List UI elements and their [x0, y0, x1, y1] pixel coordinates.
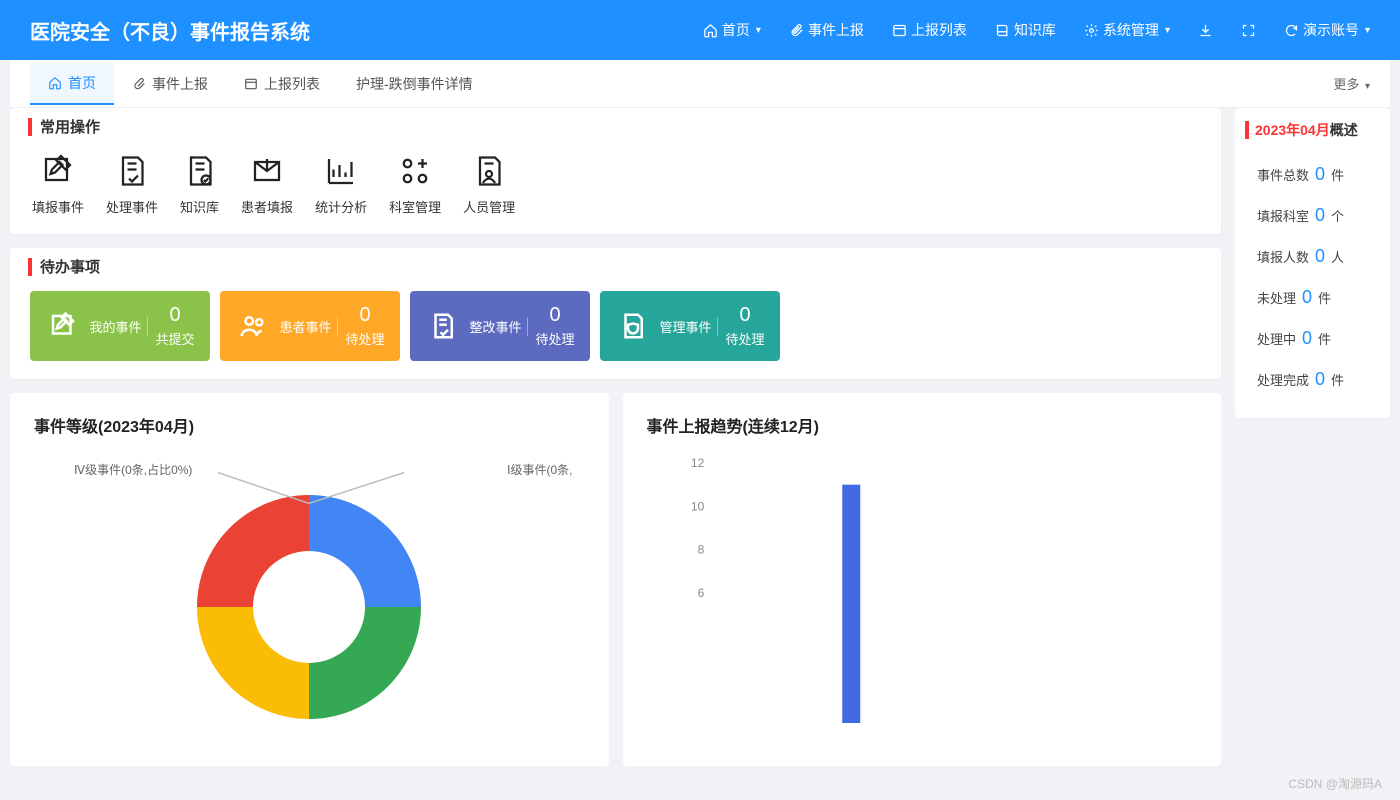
chevron-down-icon: ▾ — [1365, 25, 1370, 36]
accent-bar — [28, 258, 32, 276]
todo-row: 我的事件0共提交患者事件0待处理整改事件0待处理管理事件0待处理 — [28, 287, 1203, 365]
download-icon — [1198, 23, 1213, 38]
tab-上报列表[interactable]: 上报列表 — [226, 63, 338, 105]
todo-card-患者事件[interactable]: 患者事件0待处理 — [220, 291, 400, 361]
chevron-down-icon: ▾ — [1365, 81, 1370, 92]
todo-card-整改事件[interactable]: 整改事件0待处理 — [410, 291, 590, 361]
donut-chart: Ⅳ级事件(0条,占比0%) Ⅰ级事件(0条, — [34, 453, 585, 733]
todo-card: 待办事项 我的事件0共提交患者事件0待处理整改事件0待处理管理事件0待处理 — [10, 248, 1221, 379]
summary-item: 处理中0件 — [1245, 318, 1380, 359]
clip-icon — [789, 23, 804, 38]
summary-item: 未处理0件 — [1245, 277, 1380, 318]
todo-card-我的事件[interactable]: 我的事件0共提交 — [30, 291, 210, 361]
fullscreen-icon — [1241, 23, 1256, 38]
chart-level-card: 事件等级(2023年04月) Ⅳ级事件(0条,占比0%) Ⅰ级事件(0条, — [10, 393, 609, 766]
refresh-icon — [1284, 23, 1299, 38]
doc-check-icon — [418, 311, 468, 341]
book-icon — [995, 23, 1010, 38]
nav-download[interactable] — [1198, 23, 1213, 38]
nav-report[interactable]: 事件上报 — [789, 20, 864, 40]
top-bar: 医院安全（不良）事件报告系统 首页▾ 事件上报 上报列表 知识库 系统管理▾ — [0, 0, 1400, 60]
svg-text:8: 8 — [697, 543, 704, 557]
tab-more[interactable]: 更多 ▾ — [1333, 74, 1370, 93]
tab-护理-跌倒事件详情[interactable]: 护理-跌倒事件详情 — [338, 63, 491, 105]
app-title: 医院安全（不良）事件报告系统 — [30, 16, 310, 45]
tab-bar: 首页事件上报上报列表护理-跌倒事件详情 更多 ▾ — [10, 60, 1390, 108]
top-nav: 首页▾ 事件上报 上报列表 知识库 系统管理▾ 演示账号▾ — [703, 20, 1370, 40]
summary-card: 2023年04月概述 事件总数0件填报科室0个填报人数0人未处理0件处理中0件处… — [1235, 108, 1390, 418]
nav-list[interactable]: 上报列表 — [892, 20, 967, 40]
shortcut-人员管理[interactable]: 人员管理 — [463, 153, 515, 216]
chevron-down-icon: ▾ — [1165, 25, 1170, 36]
todo-header: 待办事项 — [28, 256, 1203, 277]
shortcut-科室管理[interactable]: 科室管理 — [389, 153, 441, 216]
tab-首页[interactable]: 首页 — [30, 63, 114, 105]
list-icon — [892, 23, 907, 38]
nav-knowledge[interactable]: 知识库 — [995, 20, 1056, 40]
shortcut-填报事件[interactable]: 填报事件 — [32, 153, 84, 216]
shortcut-知识库[interactable]: 知识库 — [180, 153, 219, 216]
edit-icon — [38, 311, 88, 341]
summary-header: 2023年04月概述 — [1245, 120, 1380, 140]
nav-home[interactable]: 首页▾ — [703, 20, 761, 40]
summary-item: 处理完成0件 — [1245, 359, 1380, 400]
svg-text:6: 6 — [697, 586, 704, 600]
svg-text:10: 10 — [690, 499, 704, 513]
users-icon — [228, 311, 278, 341]
shortcuts-row: 填报事件处理事件知识库患者填报统计分析科室管理人员管理 — [28, 147, 1203, 220]
doc-shield-icon — [608, 311, 658, 341]
watermark: CSDN @淘源码A — [1288, 775, 1382, 792]
summary-item: 填报科室0个 — [1245, 195, 1380, 236]
shortcuts-card: 常用操作 填报事件处理事件知识库患者填报统计分析科室管理人员管理 — [10, 108, 1221, 234]
nav-system[interactable]: 系统管理▾ — [1084, 20, 1170, 40]
shortcut-统计分析[interactable]: 统计分析 — [315, 153, 367, 216]
home-icon — [703, 23, 718, 38]
summary-list: 事件总数0件填报科室0个填报人数0人未处理0件处理中0件处理完成0件 — [1245, 154, 1380, 400]
accent-bar — [1245, 121, 1249, 139]
chart-trend-card: 事件上报趋势(连续12月) 6 8 10 12 — [623, 393, 1222, 766]
tab-list: 首页事件上报上报列表护理-跌倒事件详情 — [30, 63, 491, 105]
tab-事件上报[interactable]: 事件上报 — [114, 63, 226, 105]
chevron-down-icon: ▾ — [756, 25, 761, 36]
summary-item: 事件总数0件 — [1245, 154, 1380, 195]
shortcuts-header: 常用操作 — [28, 116, 1203, 137]
donut-svg — [149, 453, 469, 733]
chart-title: 事件上报趋势(连续12月) — [647, 413, 1198, 437]
svg-text:12: 12 — [690, 456, 704, 470]
summary-item: 填报人数0人 — [1245, 236, 1380, 277]
nav-fullscreen[interactable] — [1241, 23, 1256, 38]
donut-label-right: Ⅰ级事件(0条, — [507, 461, 573, 478]
chart-title: 事件等级(2023年04月) — [34, 413, 585, 437]
shortcut-患者填报[interactable]: 患者填报 — [241, 153, 293, 216]
gear-icon — [1084, 23, 1099, 38]
accent-bar — [28, 118, 32, 136]
todo-card-管理事件[interactable]: 管理事件0待处理 — [600, 291, 780, 361]
shortcut-处理事件[interactable]: 处理事件 — [106, 153, 158, 216]
donut-label-left: Ⅳ级事件(0条,占比0%) — [74, 461, 192, 478]
bar-chart: 6 8 10 12 — [647, 453, 1198, 743]
nav-account[interactable]: 演示账号▾ — [1284, 20, 1370, 40]
